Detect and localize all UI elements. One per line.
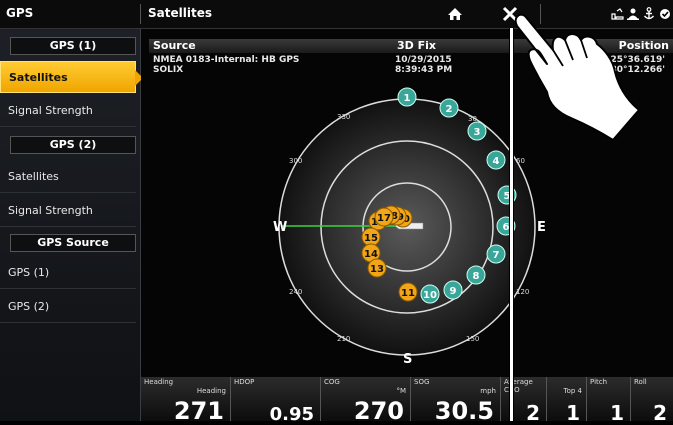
compass-west: W [273,220,287,235]
bearing-240: 240 [289,288,302,296]
svg-text:9: 9 [450,286,457,297]
sidebar-header-gps-source: GPS Source [10,234,136,252]
svg-text:8: 8 [473,271,480,282]
bearing-120: 120 [516,288,529,296]
home-icon[interactable] [445,4,465,24]
sidebar-header-gps2: GPS (2) [10,136,136,154]
svg-text:2: 2 [446,104,453,115]
sidebar-item-satellites-1[interactable]: Satellites [0,61,143,93]
data-box-cog[interactable]: COG °M 270 [321,377,411,425]
compass-south: S [403,352,412,367]
data-box-average-cno[interactable]: Average CNO 2 [501,377,547,425]
pointing-hand-icon [514,13,640,141]
satellite-9: 9 [443,280,463,300]
data-box-sog[interactable]: SOG mph 30.5 [411,377,501,425]
satellite-2: 2 [439,98,459,118]
satellite-11: 11 [398,282,418,302]
satellite-17: 17 [374,207,394,227]
bearing-300: 300 [289,157,302,165]
satellite-8: 8 [466,265,486,285]
svg-text:7: 7 [493,250,500,261]
sidebar-item-gps-source-1[interactable]: GPS (1) [0,257,136,289]
sidebar-item-gps-source-2[interactable]: GPS (2) [0,291,136,323]
sidebar-item-satellites-2[interactable]: Satellites [0,161,136,193]
svg-text:11: 11 [401,288,415,299]
satellite-4: 4 [486,150,506,170]
svg-text:14: 14 [364,249,378,260]
satellite-10: 10 [420,284,440,304]
svg-text:17: 17 [377,213,391,224]
sidebar-item-signal-strength-2[interactable]: Signal Strength [0,195,136,227]
sidebar: GPS (1) Satellites Signal Strength GPS (… [0,29,143,421]
svg-text:10: 10 [423,290,437,301]
section-title: GPS [6,6,34,20]
svg-text:4: 4 [493,156,500,167]
data-box-hdop[interactable]: HDOP 0.95 [231,377,321,425]
data-bar: Heading Heading 271 HDOP 0.95 COG °M 270… [141,377,673,425]
satellite-1: 1 [397,87,417,107]
sidebar-item-signal-strength-1[interactable]: Signal Strength [0,95,136,127]
svg-text:1: 1 [404,93,411,104]
satellite-13: 13 [367,258,387,278]
sidebar-header-gps1: GPS (1) [10,37,136,55]
topbar-divider [140,4,141,24]
bearing-210: 210 [337,335,350,343]
bearing-150: 150 [466,335,479,343]
data-box-roll[interactable]: Roll 2 [631,377,673,425]
bearing-330: 330 [337,113,350,121]
satellite-15: 15 [361,227,381,247]
page-title: Satellites [148,6,212,20]
svg-text:15: 15 [364,233,378,244]
data-box-pitch[interactable]: Pitch 1 [587,377,631,425]
compass-east: E [537,220,546,235]
svg-text:3: 3 [474,127,481,138]
data-box-top4[interactable]: Top 4 1 [547,377,587,425]
svg-text:13: 13 [370,264,384,275]
satellite-3: 3 [467,121,487,141]
data-box-heading[interactable]: Heading Heading 271 [141,377,231,425]
satellite-7: 7 [486,244,506,264]
